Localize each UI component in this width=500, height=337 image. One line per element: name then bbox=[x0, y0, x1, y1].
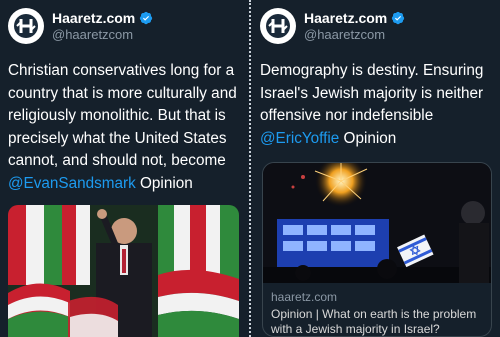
tweet-text-tail: Opinion bbox=[135, 174, 193, 192]
tweet-text-tail: Opinion bbox=[339, 129, 397, 147]
tweet-text: Christian conservatives long for a count… bbox=[8, 60, 244, 195]
verified-badge-icon bbox=[140, 11, 153, 25]
tweet-card-left[interactable]: Haaretz.com @haaretzcom Christian conser… bbox=[0, 0, 247, 337]
rally-flags-image bbox=[8, 205, 239, 337]
avatar[interactable] bbox=[8, 8, 44, 44]
tweet-photo[interactable] bbox=[8, 205, 239, 337]
account-name[interactable]: Haaretz.com bbox=[52, 10, 135, 26]
account-handle[interactable]: @haaretzcom bbox=[304, 27, 385, 42]
mention-link[interactable]: @EricYoffie bbox=[260, 130, 339, 147]
mention-link[interactable]: @EvanSandsmark bbox=[8, 175, 136, 192]
account-name[interactable]: Haaretz.com bbox=[304, 10, 387, 26]
link-preview-card[interactable]: haaretz.com Opinion | What on earth is t… bbox=[262, 162, 492, 337]
account-name-row[interactable]: Haaretz.com bbox=[304, 10, 405, 26]
tweet-text: Demography is destiny. Ensuring Israel's… bbox=[260, 60, 496, 150]
account-handle[interactable]: @haaretzcom bbox=[52, 27, 133, 42]
haaretz-logo-icon bbox=[261, 9, 295, 43]
tweet-text-main: Christian conservatives long for a count… bbox=[8, 62, 237, 169]
haaretz-logo-icon bbox=[9, 9, 43, 43]
twitter-timeline: Haaretz.com @haaretzcom Christian conser… bbox=[0, 0, 500, 337]
avatar[interactable] bbox=[260, 8, 296, 44]
account-name-row[interactable]: Haaretz.com bbox=[52, 10, 153, 26]
link-title[interactable]: Opinion | What on earth is the problem w… bbox=[271, 307, 485, 336]
verified-badge-icon bbox=[392, 11, 405, 25]
fireworks-image bbox=[263, 163, 491, 283]
column-divider bbox=[249, 0, 251, 337]
tweet-text-main: Demography is destiny. Ensuring Israel's… bbox=[260, 62, 484, 124]
link-domain: haaretz.com bbox=[271, 290, 338, 304]
